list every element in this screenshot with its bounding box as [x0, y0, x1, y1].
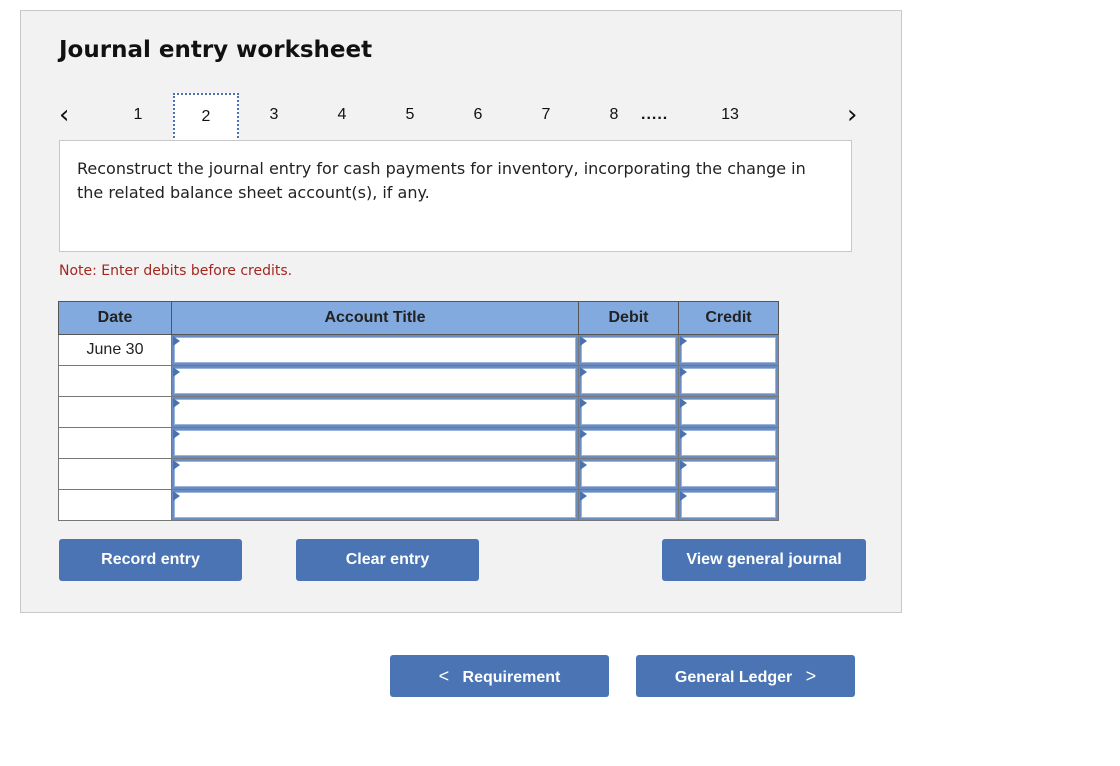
chevron-right-icon: > — [805, 665, 817, 686]
dropdown-marker-icon — [680, 398, 687, 408]
dropdown-marker-icon — [173, 491, 180, 501]
credit-cell — [678, 489, 779, 521]
table-row: June 30 — [58, 334, 779, 366]
dropdown-marker-icon — [173, 367, 180, 377]
dropdown-marker-icon — [680, 429, 687, 439]
pager-ellipsis: ..... — [641, 106, 669, 123]
worksheet-pager: ‹ 1 2 3 4 5 6 7 8 ..... 13 › — [21, 83, 903, 153]
debit-cell — [578, 458, 679, 490]
account-input[interactable] — [174, 337, 576, 363]
date-cell[interactable] — [58, 427, 172, 459]
account-cell — [171, 365, 579, 397]
credit-input[interactable] — [681, 399, 776, 425]
debit-cell — [578, 427, 679, 459]
account-cell — [171, 396, 579, 428]
debit-input[interactable] — [581, 492, 676, 518]
credit-cell — [678, 458, 779, 490]
column-header-debit: Debit — [578, 301, 679, 335]
column-header-account-title: Account Title — [171, 301, 579, 335]
credit-cell — [678, 334, 779, 366]
debit-input[interactable] — [581, 461, 676, 487]
table-row — [58, 489, 779, 521]
credit-cell — [678, 365, 779, 397]
credit-input[interactable] — [681, 430, 776, 456]
page-13[interactable]: 13 — [697, 93, 763, 141]
dropdown-marker-icon — [580, 491, 587, 501]
page-3[interactable]: 3 — [241, 93, 307, 141]
credit-input[interactable] — [681, 368, 776, 394]
column-header-credit: Credit — [678, 301, 779, 335]
page-4[interactable]: 4 — [309, 93, 375, 141]
page-5[interactable]: 5 — [377, 93, 443, 141]
credit-cell — [678, 396, 779, 428]
chevron-left-icon: < — [438, 665, 450, 686]
record-entry-button[interactable]: Record entry — [59, 539, 242, 581]
credit-cell — [678, 427, 779, 459]
page-8[interactable]: 8 — [581, 93, 647, 141]
account-input[interactable] — [174, 368, 576, 394]
dropdown-marker-icon — [680, 367, 687, 377]
dropdown-marker-icon — [173, 460, 180, 470]
note-text: Note: Enter debits before credits. — [59, 263, 293, 279]
table-row — [58, 396, 779, 428]
dropdown-marker-icon — [680, 491, 687, 501]
account-cell — [171, 489, 579, 521]
credit-input[interactable] — [681, 461, 776, 487]
dropdown-marker-icon — [680, 336, 687, 346]
clear-entry-button[interactable]: Clear entry — [296, 539, 479, 581]
dropdown-marker-icon — [580, 429, 587, 439]
dropdown-marker-icon — [580, 460, 587, 470]
credit-input[interactable] — [681, 337, 776, 363]
date-cell[interactable] — [58, 365, 172, 397]
dropdown-marker-icon — [173, 429, 180, 439]
page-1[interactable]: 1 — [105, 93, 171, 141]
debit-cell — [578, 396, 679, 428]
requirement-label: Requirement — [462, 668, 561, 686]
view-general-journal-button[interactable]: View general journal — [662, 539, 866, 581]
account-cell — [171, 427, 579, 459]
requirement-nav-button[interactable]: < Requirement — [390, 655, 609, 697]
page-7[interactable]: 7 — [513, 93, 579, 141]
journal-entry-table: Date Account Title Debit Credit June 30 — [58, 301, 779, 521]
table-row — [58, 458, 779, 490]
journal-entry-worksheet-panel: Journal entry worksheet ‹ 1 2 3 4 5 6 7 … — [20, 10, 902, 613]
dropdown-marker-icon — [680, 460, 687, 470]
date-cell[interactable] — [58, 489, 172, 521]
account-input[interactable] — [174, 461, 576, 487]
chevron-left-icon[interactable]: ‹ — [59, 95, 69, 135]
dropdown-marker-icon — [173, 336, 180, 346]
account-input[interactable] — [174, 430, 576, 456]
table-row — [58, 365, 779, 397]
account-input[interactable] — [174, 492, 576, 518]
debit-cell — [578, 365, 679, 397]
page-title: Journal entry worksheet — [59, 37, 373, 63]
table-row — [58, 427, 779, 459]
date-cell[interactable] — [58, 458, 172, 490]
date-cell[interactable] — [58, 396, 172, 428]
dropdown-marker-icon — [580, 367, 587, 377]
account-cell — [171, 458, 579, 490]
page-6[interactable]: 6 — [445, 93, 511, 141]
chevron-right-icon[interactable]: › — [847, 95, 857, 135]
account-cell — [171, 334, 579, 366]
debit-input[interactable] — [581, 399, 676, 425]
general-ledger-label: General Ledger — [674, 668, 793, 686]
general-ledger-nav-button[interactable]: General Ledger > — [636, 655, 855, 697]
debit-input[interactable] — [581, 430, 676, 456]
credit-input[interactable] — [681, 492, 776, 518]
debit-input[interactable] — [581, 337, 676, 363]
instruction-text: Reconstruct the journal entry for cash p… — [59, 140, 852, 252]
dropdown-marker-icon — [580, 398, 587, 408]
debit-cell — [578, 489, 679, 521]
column-header-date: Date — [58, 301, 172, 335]
table-header-row: Date Account Title Debit Credit — [58, 301, 779, 335]
dropdown-marker-icon — [173, 398, 180, 408]
date-cell[interactable]: June 30 — [58, 334, 172, 366]
debit-cell — [578, 334, 679, 366]
debit-input[interactable] — [581, 368, 676, 394]
dropdown-marker-icon — [580, 336, 587, 346]
account-input[interactable] — [174, 399, 576, 425]
